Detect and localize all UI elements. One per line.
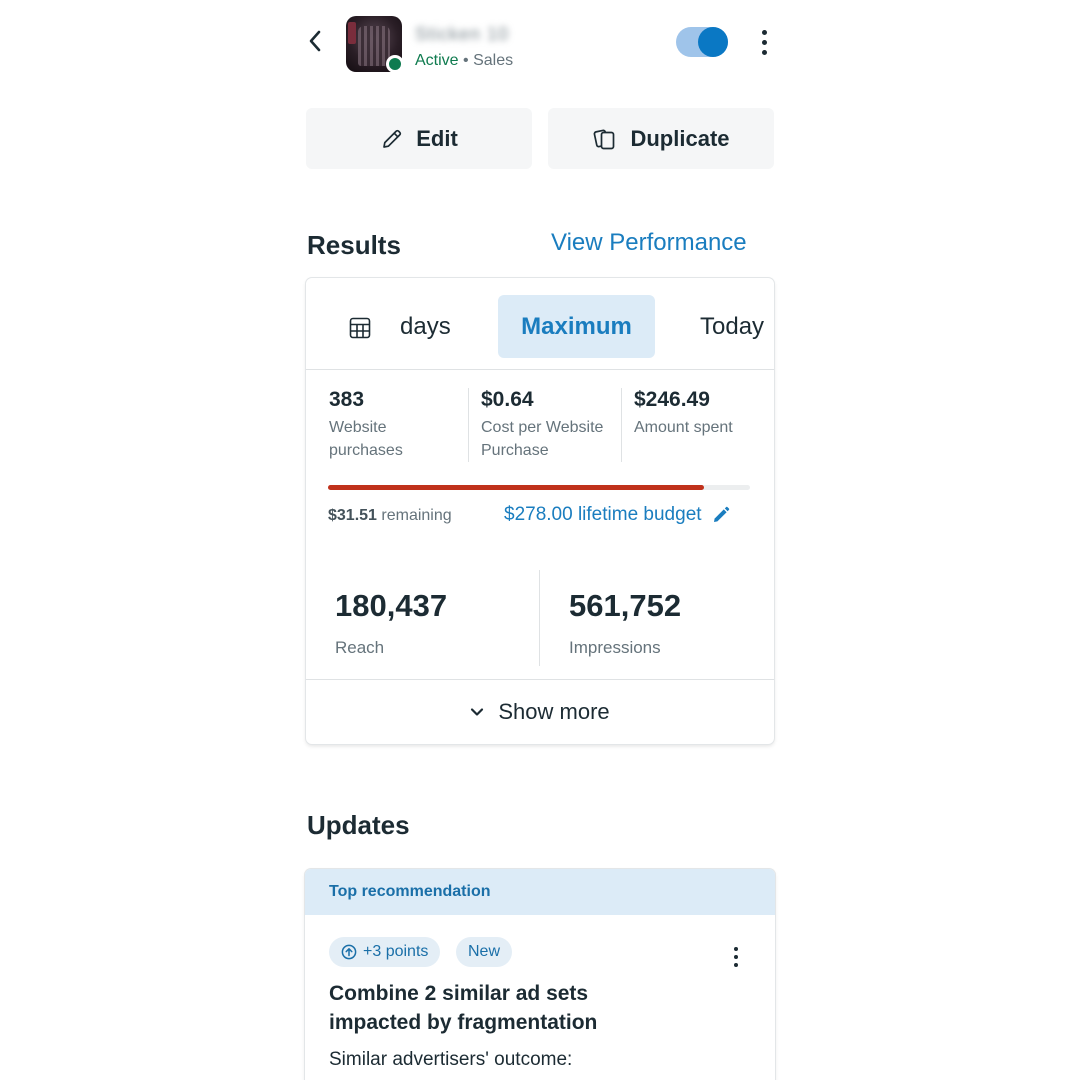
table-icon[interactable]	[348, 316, 372, 340]
campaign-toggle[interactable]	[676, 27, 728, 57]
lifetime-budget-link[interactable]: $278.00 lifetime budget	[504, 504, 730, 526]
show-more-button[interactable]: Show more	[306, 680, 774, 744]
duplicate-label: Duplicate	[630, 125, 730, 151]
show-more-label: Show more	[498, 699, 610, 724]
metric-website-purchases: 383 Website purchases	[329, 388, 479, 462]
more-options-button[interactable]	[752, 26, 776, 58]
edit-label: Edit	[416, 125, 458, 151]
metric-value: $246.49	[634, 388, 710, 411]
metric-amount-spent: $246.49 Amount spent	[634, 388, 774, 439]
pencil-icon	[383, 129, 402, 148]
impressions-block: 561,752 Impressions	[569, 588, 681, 658]
recommendation-subtitle: Similar advertisers' outcome:	[329, 1049, 573, 1070]
reach-divider	[539, 570, 540, 666]
metric-label: Amount spent	[634, 419, 733, 436]
active-status-dot	[386, 55, 404, 73]
new-label: New	[468, 943, 501, 960]
separator-dot: •	[463, 52, 469, 69]
budget-label: $278.00 lifetime budget	[504, 504, 702, 525]
metric-value: 383	[329, 388, 365, 411]
budget-progress-fill	[328, 485, 704, 490]
remaining-amount: $31.51	[328, 507, 377, 524]
tab-days[interactable]: days	[400, 295, 451, 358]
reach-block: 180,437 Reach	[335, 588, 447, 658]
metric-value: $0.64	[481, 388, 534, 411]
recommendation-more-button[interactable]	[729, 945, 743, 969]
recommendation-header: Top recommendation	[305, 869, 775, 915]
tab-today[interactable]: Today	[700, 295, 764, 358]
points-chip: +3 points	[329, 937, 441, 967]
points-label: +3 points	[363, 943, 429, 960]
metric-label: Cost per Website Purchase	[481, 419, 604, 459]
budget-remaining: $31.51 remaining	[328, 507, 452, 525]
reach-value: 180,437	[335, 588, 448, 623]
metric-label: Website purchases	[329, 419, 403, 459]
chevron-left-icon	[309, 30, 321, 52]
pencil-filled-icon	[713, 506, 729, 522]
edit-button[interactable]: Edit	[306, 108, 532, 169]
metric-cost-per-purchase: $0.64 Cost per Website Purchase	[481, 388, 631, 462]
impressions-label: Impressions	[569, 638, 661, 657]
duplicate-button[interactable]: Duplicate	[548, 108, 774, 169]
back-button[interactable]	[298, 24, 332, 58]
toggle-knob	[698, 27, 728, 57]
impressions-value: 561,752	[569, 588, 682, 623]
updates-title: Updates	[307, 810, 410, 840]
metric-divider	[621, 388, 622, 462]
chevron-down-icon	[471, 708, 484, 716]
view-performance-link[interactable]: View Performance	[551, 229, 747, 257]
results-title: Results	[307, 230, 401, 260]
campaign-name: Sticken 10	[415, 24, 510, 44]
duplicate-icon	[594, 129, 615, 149]
new-badge: New	[456, 937, 513, 967]
status-text: Active	[415, 52, 459, 69]
recommendation-card[interactable]: Top recommendation +3 points New Combine…	[305, 869, 775, 1080]
budget-progress-bar	[328, 485, 750, 490]
tab-maximum[interactable]: Maximum	[498, 295, 655, 358]
results-card: days Maximum Today 383 Website purchases…	[306, 278, 774, 744]
arrow-up-circle-icon	[341, 944, 357, 960]
reach-label: Reach	[335, 638, 385, 657]
metric-divider	[468, 388, 469, 462]
recommendation-title: Combine 2 similar ad sets impacted by fr…	[329, 982, 598, 1034]
remaining-label: remaining	[381, 507, 452, 524]
date-range-tabs: days Maximum Today	[306, 278, 774, 370]
campaign-subtitle: Active • Sales	[415, 52, 513, 70]
objective-text: Sales	[473, 52, 514, 69]
